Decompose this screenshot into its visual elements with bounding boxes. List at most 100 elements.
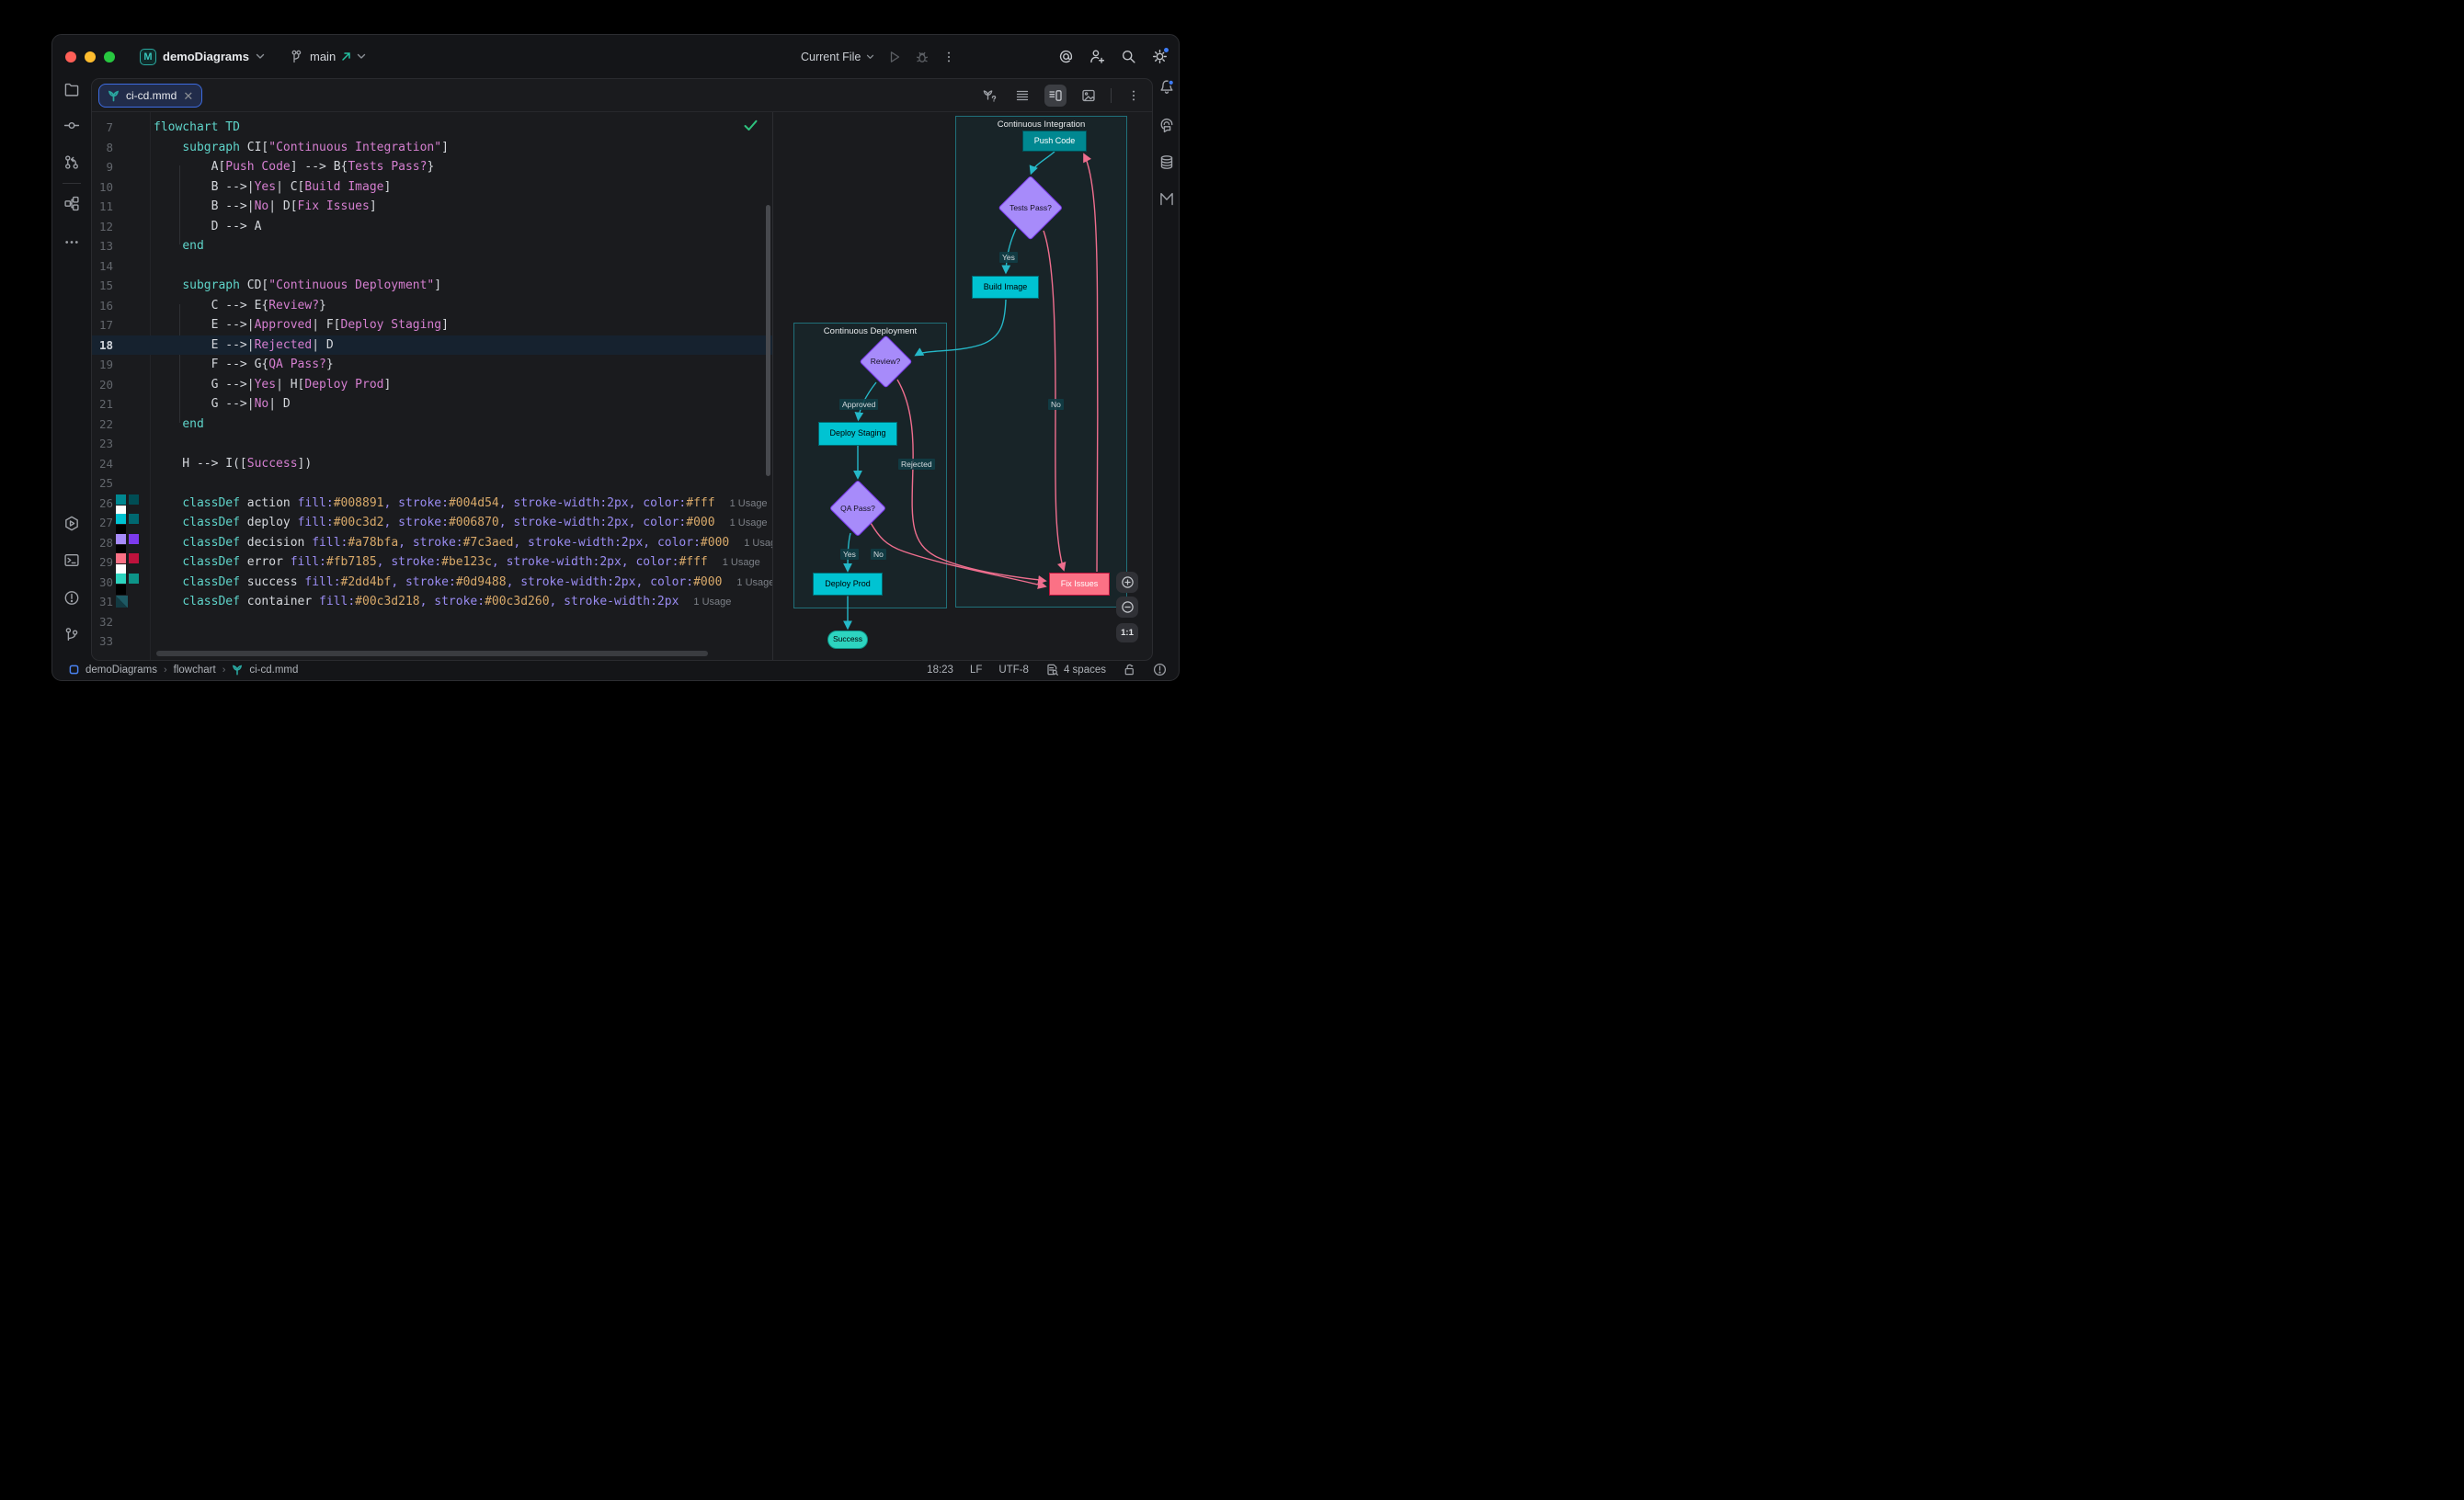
more-tool-windows-button[interactable]: [64, 234, 80, 255]
horizontal-scrollbar[interactable]: [156, 651, 708, 656]
usage-inlay-hint[interactable]: 1 Usage: [736, 577, 772, 588]
token: stroke:: [398, 496, 449, 510]
code-line[interactable]: 24 H --> I([Success]): [92, 454, 772, 474]
code-line[interactable]: 30 classDef success fill:#2dd4bf, stroke…: [92, 573, 772, 593]
code-line[interactable]: 10 B -->|Yes| C[Build Image]: [92, 177, 772, 198]
branch-widget[interactable]: main: [290, 35, 366, 78]
code-line[interactable]: 27 classDef deploy fill:#00c3d2, stroke:…: [92, 513, 772, 533]
code-line[interactable]: 20 G -->|Yes| H[Deploy Prod]: [92, 375, 772, 395]
code-line[interactable]: 12 D --> A: [92, 217, 772, 237]
code-line[interactable]: 26 classDef action fill:#008891, stroke:…: [92, 494, 772, 514]
debug-button[interactable]: [915, 50, 930, 64]
usage-inlay-hint[interactable]: 1 Usage: [693, 597, 731, 608]
vertical-scrollbar[interactable]: [766, 205, 770, 476]
editor-only-view-button[interactable]: [1011, 85, 1033, 107]
code-line[interactable]: 17 E -->|Approved| F[Deploy Staging]: [92, 315, 772, 335]
ai-assistant-button[interactable]: [1058, 49, 1074, 64]
notifications-button[interactable]: [1158, 79, 1174, 99]
minimize-window-button[interactable]: [85, 51, 96, 62]
terminal-icon: [64, 552, 80, 568]
code-line[interactable]: 25: [92, 473, 772, 494]
project-widget[interactable]: M demoDiagrams: [140, 35, 265, 78]
code-line[interactable]: 16 C --> E{Review?}: [92, 296, 772, 316]
zoom-out-button[interactable]: [1116, 597, 1138, 618]
code-line[interactable]: 33: [92, 631, 772, 652]
pull-requests-button[interactable]: [64, 154, 80, 175]
code-line[interactable]: 28 classDef decision fill:#a78bfa, strok…: [92, 533, 772, 553]
split-view-button[interactable]: [1044, 85, 1067, 107]
file-lock-widget[interactable]: [1123, 663, 1136, 676]
zoom-in-button[interactable]: [1116, 572, 1138, 593]
line-ending-widget[interactable]: LF: [970, 665, 982, 676]
code-line[interactable]: 7flowchart TD: [92, 118, 772, 138]
code-line[interactable]: 15 subgraph CD["Continuous Deployment"]: [92, 276, 772, 296]
breadcrumb-folder[interactable]: flowchart: [174, 665, 216, 676]
usage-inlay-hint[interactable]: 1 Usage: [723, 557, 760, 568]
database-button[interactable]: [1158, 154, 1174, 175]
mermaid-help-button[interactable]: [978, 85, 1000, 107]
project-files-button[interactable]: [64, 82, 80, 102]
color-swatch[interactable]: [116, 494, 126, 505]
preview-only-view-button[interactable]: [1078, 85, 1100, 107]
color-swatch[interactable]: [116, 596, 128, 608]
run-button[interactable]: [887, 50, 902, 64]
search-everywhere-button[interactable]: [1121, 49, 1136, 64]
zoom-reset-button[interactable]: 1:1: [1116, 623, 1138, 642]
color-swatch[interactable]: [129, 553, 139, 563]
run-hexagon-icon: [64, 516, 80, 531]
terminal-button[interactable]: [64, 552, 80, 573]
code-with-me-button[interactable]: [1089, 49, 1105, 64]
usage-inlay-hint[interactable]: 1 Usage: [730, 517, 768, 528]
caret-position[interactable]: 18:23: [927, 665, 953, 676]
color-swatch[interactable]: [129, 534, 139, 544]
encoding-widget[interactable]: UTF-8: [998, 665, 1029, 676]
color-swatch[interactable]: [116, 534, 126, 544]
code-editor[interactable]: 7flowchart TD8 subgraph CI["Continuous I…: [92, 112, 772, 660]
breadcrumb-file[interactable]: ci-cd.mmd: [249, 665, 298, 676]
tab-close-icon[interactable]: ✕: [183, 90, 193, 102]
code-line[interactable]: 14: [92, 256, 772, 277]
mermaid-chat-button[interactable]: [1158, 191, 1174, 211]
code-line[interactable]: 32: [92, 612, 772, 632]
git-button[interactable]: [64, 627, 80, 647]
services-button[interactable]: [64, 516, 80, 536]
editor-more-options-button[interactable]: [1123, 85, 1145, 107]
code-line[interactable]: 29 classDef error fill:#fb7185, stroke:#…: [92, 552, 772, 573]
color-swatch[interactable]: [116, 574, 126, 584]
search-icon: [1121, 49, 1136, 64]
problems-button[interactable]: [64, 590, 80, 610]
structure-button[interactable]: [64, 196, 80, 216]
color-swatch[interactable]: [129, 574, 139, 584]
code-line[interactable]: 11 B -->|No| D[Fix Issues]: [92, 197, 772, 217]
more-actions-button[interactable]: [942, 51, 955, 63]
inspections-ok-icon[interactable]: [744, 119, 758, 131]
settings-button[interactable]: [1152, 49, 1168, 64]
tab-ci-cd-mmd[interactable]: ci-cd.mmd ✕: [98, 84, 202, 108]
code-line[interactable]: 23: [92, 434, 772, 454]
color-swatch[interactable]: [116, 553, 126, 563]
code-line[interactable]: 13 end: [92, 236, 772, 256]
breadcrumb-project[interactable]: demoDiagrams: [86, 665, 157, 676]
code-line[interactable]: 19 F --> G{QA Pass?}: [92, 355, 772, 375]
commit-button[interactable]: [64, 118, 80, 138]
usage-inlay-hint[interactable]: 1 Usage: [730, 498, 768, 509]
usage-inlay-hint[interactable]: 1 Usage: [744, 538, 772, 549]
color-swatch[interactable]: [129, 514, 139, 524]
diagram-preview[interactable]: Continuous Integration Continuous Deploy…: [773, 112, 1152, 660]
notifications-widget[interactable]: [1153, 663, 1167, 676]
code-line[interactable]: 21 G -->|No| D: [92, 394, 772, 415]
close-window-button[interactable]: [65, 51, 76, 62]
node-review: Review?: [859, 335, 912, 388]
color-swatch[interactable]: [129, 494, 139, 505]
code-line[interactable]: 9 A[Push Code] --> B{Tests Pass?}: [92, 157, 772, 177]
indent-widget[interactable]: 4 spaces: [1045, 663, 1106, 676]
code-line[interactable]: 18 E -->|Rejected| D: [92, 335, 772, 356]
gutter: 27: [92, 513, 150, 533]
run-configuration-select[interactable]: Current File: [801, 51, 874, 63]
color-swatch[interactable]: [116, 514, 126, 524]
code-line[interactable]: 22 end: [92, 415, 772, 435]
code-line[interactable]: 8 subgraph CI["Continuous Integration"]: [92, 138, 772, 158]
ai-chat-button[interactable]: [1158, 118, 1174, 138]
zoom-window-button[interactable]: [104, 51, 115, 62]
code-line[interactable]: 31 classDef container fill:#00c3d218, st…: [92, 592, 772, 612]
